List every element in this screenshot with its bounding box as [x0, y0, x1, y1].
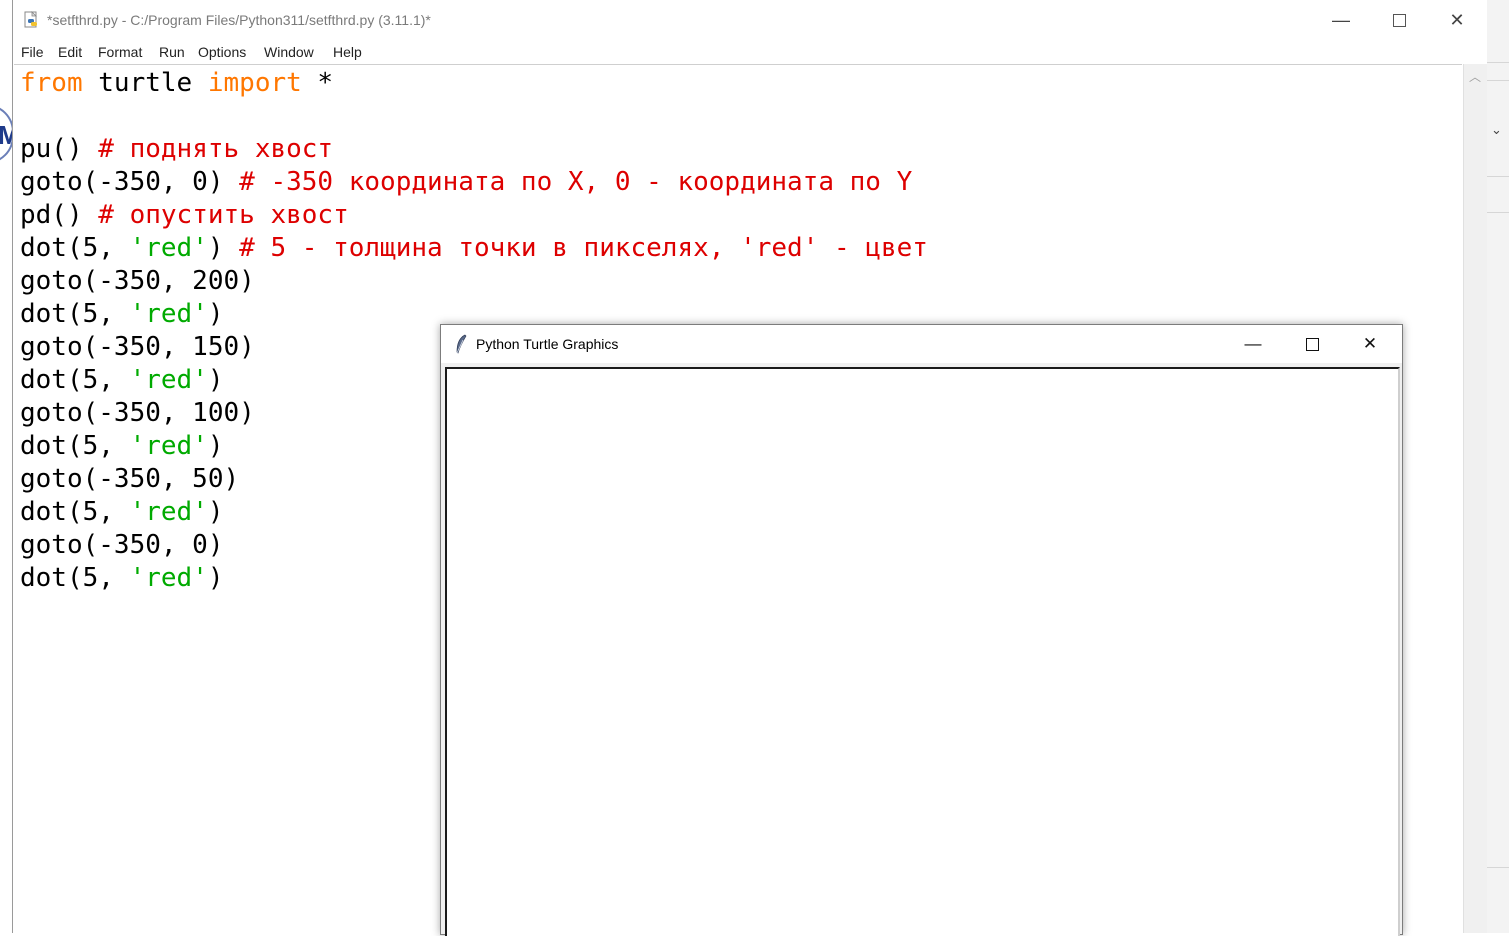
desktop-background-left: M [0, 0, 14, 933]
code-token: dot(5, [20, 365, 130, 395]
code-token: dot(5, [20, 497, 130, 527]
code-line: goto(-350, 50) [20, 463, 239, 496]
minimize-icon: — [1332, 9, 1350, 30]
turtle-close-button[interactable]: ✕ [1341, 325, 1399, 363]
turtle-titlebar: Python Turtle Graphics — ✕ [441, 325, 1402, 363]
turtle-maximize-button[interactable] [1283, 325, 1341, 363]
menu-file[interactable]: File [21, 44, 44, 60]
code-token: * [301, 68, 334, 98]
code-token: import [207, 68, 302, 98]
minimize-icon: — [1244, 334, 1262, 353]
code-line: dot(5, 'red') [20, 562, 224, 595]
code-token: 'red' [129, 233, 208, 263]
code-line: goto(-350, 200) [20, 265, 255, 298]
code-token: ) [207, 431, 224, 461]
code-token: # 5 - толщина точки в пикселях, 'red' - … [239, 233, 928, 263]
chevron-down-icon: ⌄ [1491, 122, 1502, 137]
code-token: pd() [20, 200, 99, 230]
code-token: from [20, 68, 83, 98]
code-token: 'red' [129, 431, 208, 461]
code-token: pu() [20, 134, 99, 164]
code-token: goto(-350, 150) [20, 332, 255, 362]
menu-options[interactable]: Options [198, 44, 246, 60]
code-line: dot(5, 'red') # 5 - толщина точки в пикс… [20, 232, 928, 265]
python-file-icon [24, 11, 37, 28]
menu-edit[interactable]: Edit [58, 44, 82, 60]
code-token: 'red' [129, 299, 208, 329]
code-token: goto(-350, 200) [20, 266, 255, 296]
maximize-button[interactable] [1370, 0, 1428, 40]
turtle-drawing [447, 369, 1396, 934]
turtle-canvas[interactable] [445, 367, 1400, 936]
menu-format[interactable]: Format [98, 44, 142, 60]
background-window-edge: ⌄ [1486, 0, 1509, 933]
turtle-minimize-button[interactable]: — [1224, 325, 1282, 363]
menu-help[interactable]: Help [333, 44, 362, 60]
maximize-icon [1305, 337, 1319, 351]
code-token: ) [207, 497, 224, 527]
code-token: ) [207, 563, 224, 593]
code-token: ) [207, 299, 224, 329]
minimize-button[interactable]: — [1312, 0, 1370, 40]
turtle-graphics-window: Python Turtle Graphics — ✕ [440, 324, 1403, 936]
code-line: dot(5, 'red') [20, 364, 224, 397]
code-token: goto(-350, 0) [20, 167, 240, 197]
code-line: dot(5, 'red') [20, 298, 224, 331]
menu-window[interactable]: Window [264, 44, 314, 60]
code-line: pu() # поднять хвост [20, 133, 333, 166]
code-token: # -350 координата по X, 0 - координата п… [239, 167, 913, 197]
menubar: File Edit Format Run Options Window Help [13, 41, 1487, 63]
code-line: goto(-350, 0) # -350 координата по X, 0 … [20, 166, 912, 199]
menu-run[interactable]: Run [159, 44, 185, 60]
editor-titlebar: *setfthrd.py - C:/Program Files/Python31… [13, 0, 1487, 40]
close-icon: ✕ [1362, 334, 1378, 353]
code-token: # поднять хвост [98, 134, 334, 164]
code-line: goto(-350, 100) [20, 397, 255, 430]
code-line: dot(5, 'red') [20, 496, 224, 529]
close-button[interactable]: ✕ [1428, 0, 1486, 40]
code-token: 'red' [129, 563, 208, 593]
code-token: dot(5, [20, 563, 130, 593]
code-line: pd() # опустить хвост [20, 199, 349, 232]
feather-icon [456, 334, 467, 354]
code-token: 'red' [129, 365, 208, 395]
code-token: 'red' [129, 497, 208, 527]
close-icon: ✕ [1449, 9, 1465, 30]
turtle-window-title: Python Turtle Graphics [476, 336, 619, 352]
maximize-icon [1392, 13, 1406, 27]
code-token: ) [207, 233, 240, 263]
code-token: dot(5, [20, 431, 130, 461]
code-token: goto(-350, 50) [20, 464, 240, 494]
editor-vertical-scrollbar[interactable]: ︿ [1463, 64, 1487, 933]
code-line: from turtle import * [20, 67, 333, 100]
code-token: dot(5, [20, 233, 130, 263]
code-token: goto(-350, 0) [20, 530, 224, 560]
code-line: goto(-350, 150) [20, 331, 255, 364]
code-token: ) [207, 365, 224, 395]
code-token: # опустить хвост [98, 200, 349, 230]
code-token: goto(-350, 100) [20, 398, 255, 428]
code-line: goto(-350, 0) [20, 529, 224, 562]
code-token: dot(5, [20, 299, 130, 329]
scroll-up-arrow-icon[interactable]: ︿ [1469, 68, 1481, 85]
code-line: dot(5, 'red') [20, 430, 224, 463]
code-token: turtle [82, 68, 208, 98]
editor-title: *setfthrd.py - C:/Program Files/Python31… [47, 12, 431, 28]
